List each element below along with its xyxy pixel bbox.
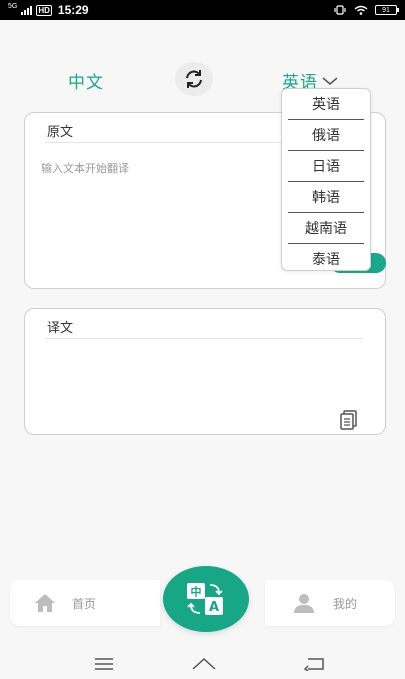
back-icon bbox=[304, 658, 324, 671]
target-card: 译文 bbox=[24, 308, 386, 435]
menu-nav-button[interactable] bbox=[92, 656, 116, 672]
translate-main-button[interactable]: 中 A bbox=[163, 566, 249, 632]
source-language-button[interactable]: 中文 bbox=[68, 68, 104, 93]
tab-home[interactable]: 首页 bbox=[10, 580, 160, 626]
status-time: 15:29 bbox=[57, 3, 89, 17]
target-card-divider bbox=[45, 338, 363, 339]
system-nav-bar bbox=[0, 648, 405, 679]
svg-text:中: 中 bbox=[191, 585, 202, 599]
target-card-title: 译文 bbox=[47, 321, 74, 336]
hd-badge: HD bbox=[36, 4, 52, 16]
signal-icon bbox=[21, 5, 33, 15]
status-bar: 5G HD 15:29 91 bbox=[0, 0, 405, 20]
swap-languages-button[interactable] bbox=[175, 62, 213, 96]
dropdown-option[interactable]: 泰语 bbox=[288, 244, 364, 274]
user-icon bbox=[294, 594, 314, 613]
network-type: 5G bbox=[8, 3, 18, 10]
battery-level: 91 bbox=[382, 6, 390, 14]
dropdown-option[interactable]: 英语 bbox=[288, 89, 364, 119]
home-nav-button[interactable] bbox=[192, 656, 216, 672]
battery-icon: 91 bbox=[375, 5, 399, 15]
status-left: 5G HD 15:29 bbox=[8, 3, 89, 17]
wifi-icon bbox=[354, 5, 368, 15]
translate-icon: 中 A bbox=[187, 583, 223, 615]
tab-home-label: 首页 bbox=[72, 596, 97, 611]
dropdown-option[interactable]: 俄语 bbox=[288, 120, 364, 150]
back-nav-button[interactable] bbox=[302, 656, 326, 672]
dropdown-option[interactable]: 越南语 bbox=[288, 213, 364, 243]
status-right: 91 bbox=[333, 5, 399, 15]
svg-text:A: A bbox=[209, 600, 219, 615]
tab-mine[interactable]: 我的 bbox=[265, 580, 395, 626]
tab-mine-label: 我的 bbox=[333, 596, 358, 611]
swap-arrows-icon bbox=[186, 70, 202, 88]
copy-icon[interactable] bbox=[337, 408, 361, 432]
vibrate-icon bbox=[334, 5, 346, 15]
home-outline-icon bbox=[192, 657, 216, 670]
source-text-input[interactable]: 输入文本开始翻译 bbox=[41, 160, 129, 176]
dropdown-option[interactable]: 韩语 bbox=[288, 182, 364, 212]
bottom-tab-bar: 首页 中 A 我的 bbox=[10, 566, 395, 632]
language-dropdown: 英语 俄语 日语 韩语 越南语 泰语 bbox=[281, 88, 371, 271]
dropdown-option[interactable]: 日语 bbox=[288, 151, 364, 181]
chevron-down-icon bbox=[322, 76, 338, 85]
home-icon bbox=[35, 594, 55, 612]
source-card-title: 原文 bbox=[47, 125, 74, 140]
menu-icon bbox=[95, 658, 113, 670]
